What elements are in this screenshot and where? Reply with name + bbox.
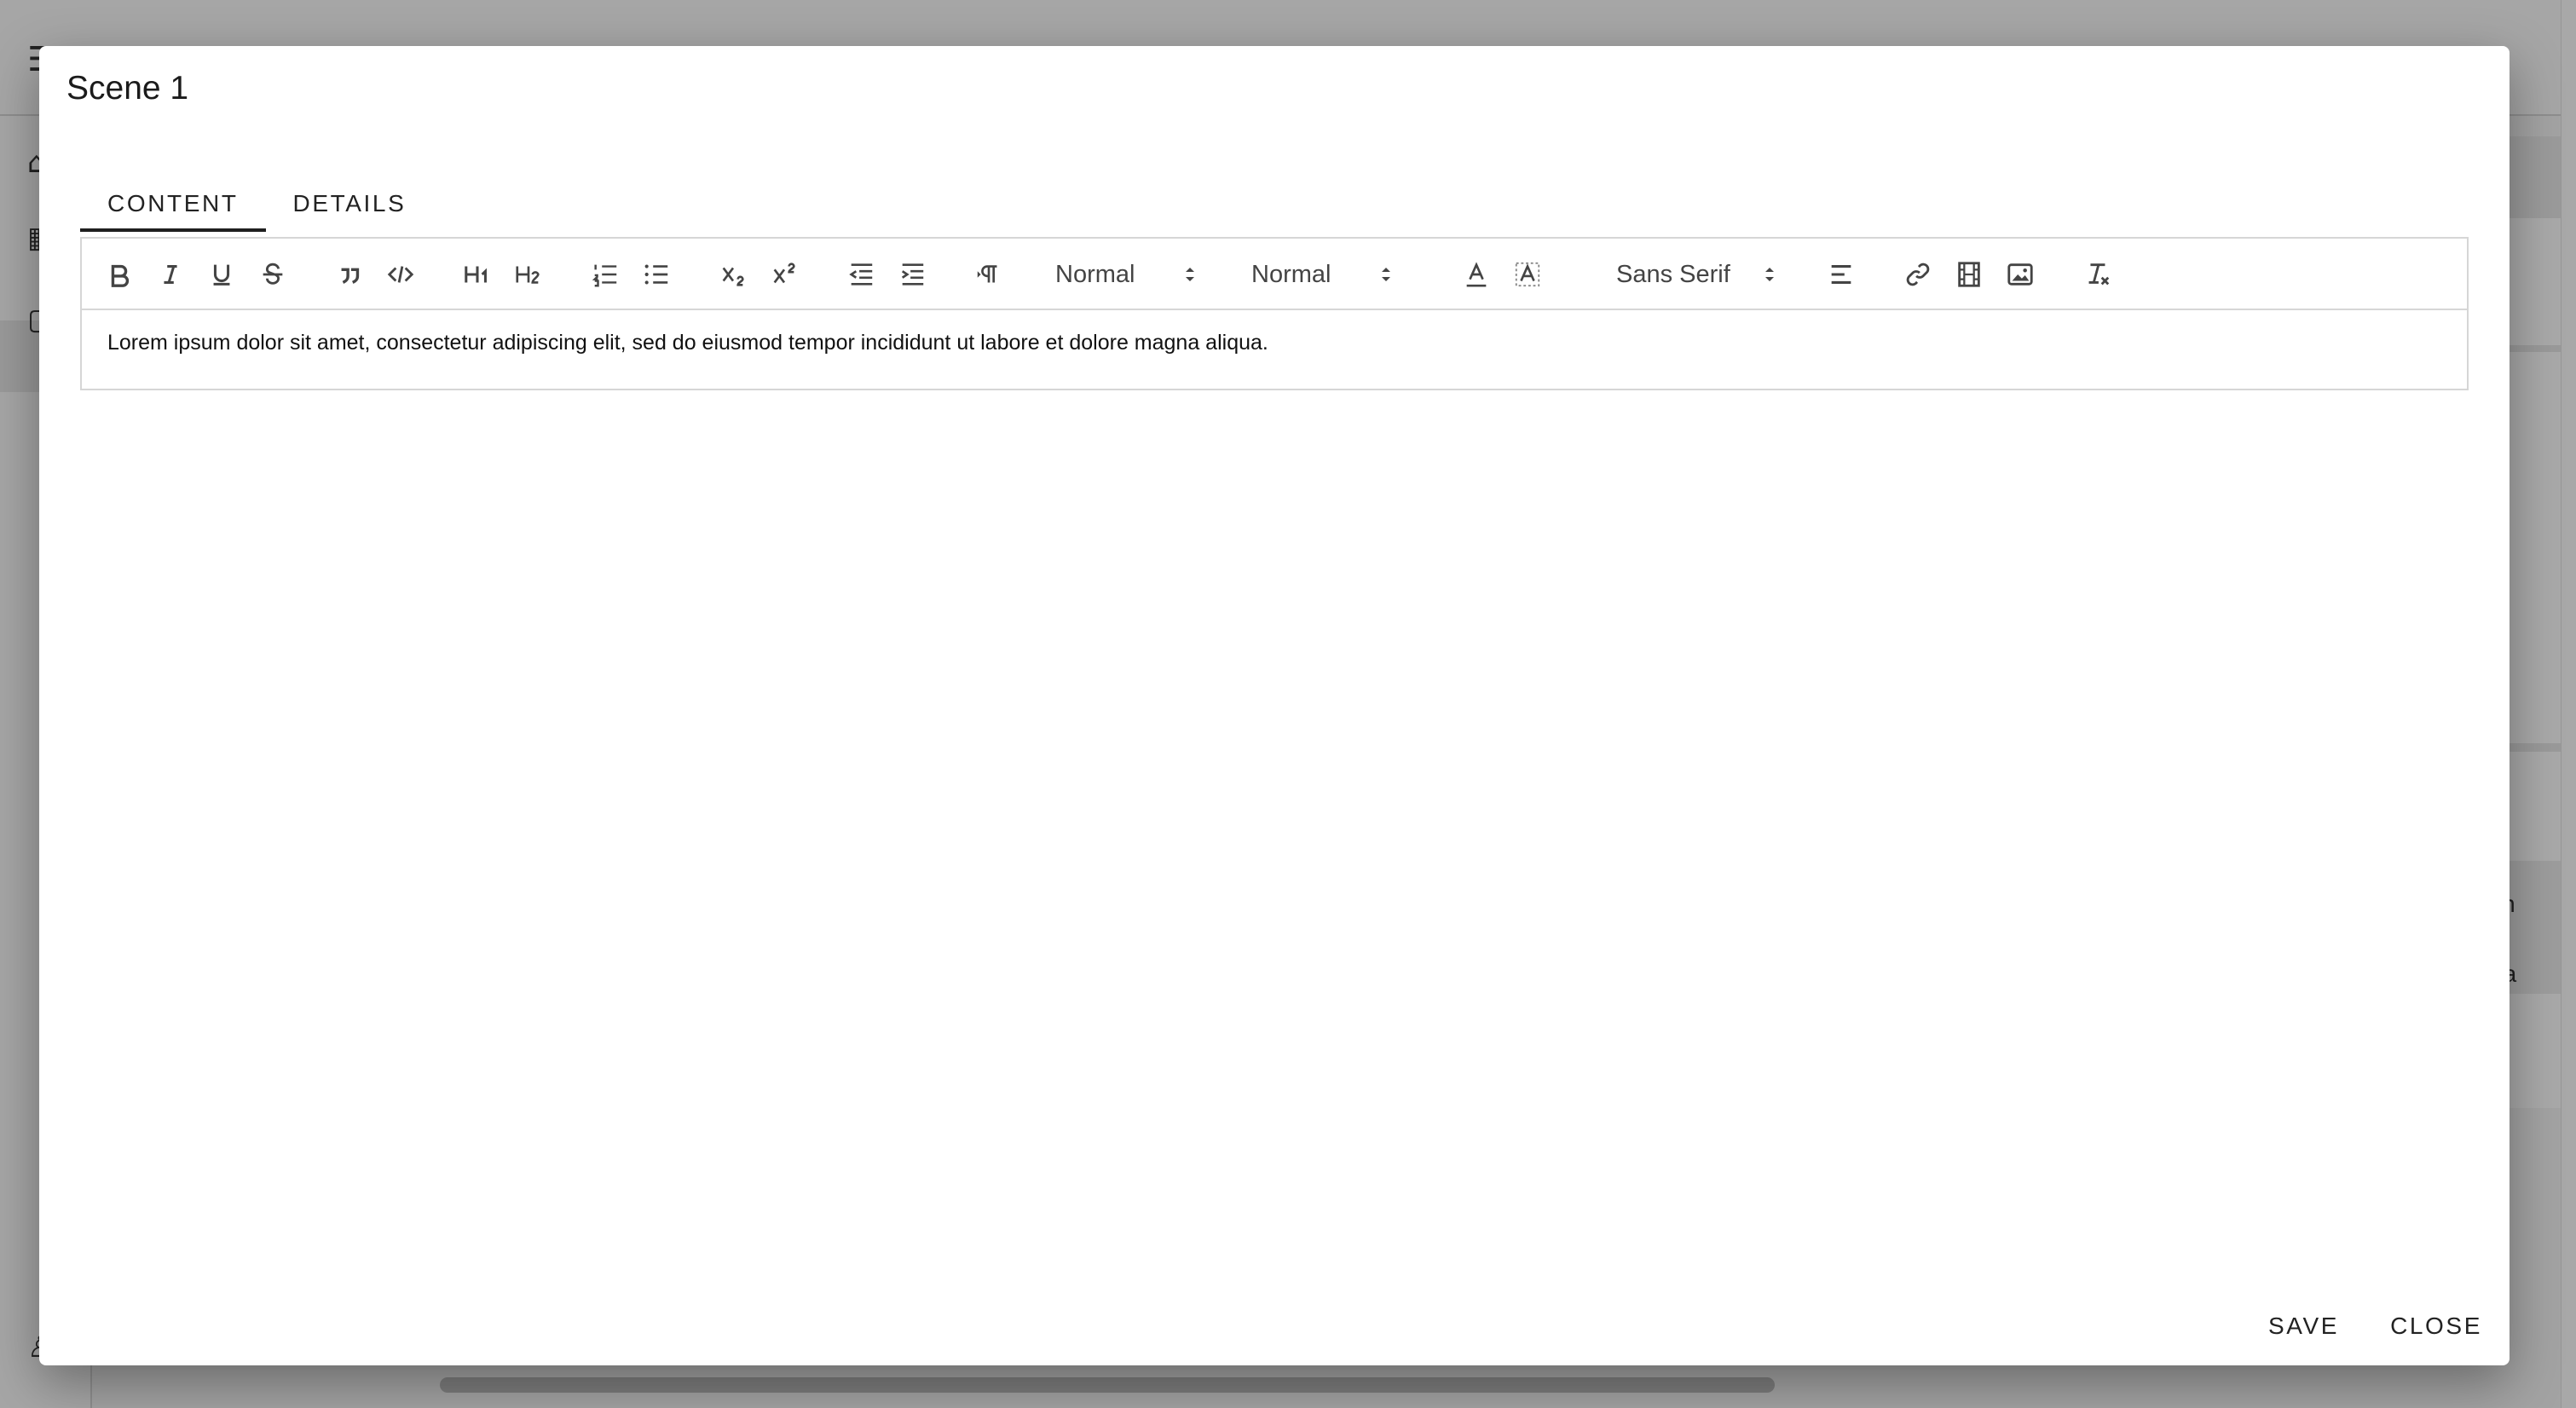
- ordered-list-button[interactable]: [585, 254, 626, 295]
- select-arrows-icon: [1186, 268, 1194, 281]
- text-size-picker[interactable]: Normal: [1251, 254, 1405, 295]
- ordered-list-icon: [592, 264, 617, 287]
- heading2-icon: [516, 266, 540, 284]
- blockquote-button[interactable]: [329, 254, 370, 295]
- header-size-value: Normal: [1055, 260, 1135, 288]
- video-film-icon: [1958, 262, 1980, 287]
- image-button[interactable]: [2000, 254, 2041, 295]
- text-size-value: Normal: [1251, 260, 1331, 288]
- rich-text-editor: Normal Normal Sans Serif Lorem ipsum dol…: [80, 237, 2469, 390]
- dialog-title: Scene 1: [66, 70, 189, 107]
- font-family-value: Sans Serif: [1616, 260, 1730, 288]
- save-button[interactable]: SAVE: [2268, 1313, 2339, 1340]
- subscript-icon: [722, 267, 744, 286]
- outdent-icon: [849, 263, 873, 286]
- font-color-button[interactable]: [1456, 254, 1497, 295]
- superscript-button[interactable]: [764, 254, 805, 295]
- italic-button[interactable]: [150, 254, 191, 295]
- superscript-icon: [773, 263, 795, 284]
- header-size-picker[interactable]: Normal: [1055, 254, 1209, 295]
- tab-content[interactable]: CONTENT: [80, 176, 266, 232]
- horizontal-scrollbar-thumb[interactable]: [440, 1377, 1775, 1393]
- link-button[interactable]: [1897, 254, 1938, 295]
- bold-icon: [111, 264, 130, 287]
- subscript-button[interactable]: [713, 254, 754, 295]
- editor-toolbar: Normal Normal Sans Serif: [82, 239, 2467, 310]
- strikethrough-button[interactable]: [252, 254, 293, 295]
- align-left-icon: [1831, 265, 1851, 284]
- heading1-button[interactable]: [457, 254, 498, 295]
- clear-formatting-button[interactable]: [2076, 254, 2117, 295]
- heading1-icon: [465, 266, 487, 283]
- highlight-color-icon: [1515, 262, 1540, 287]
- heading2-button[interactable]: [508, 254, 549, 295]
- code-icon: [387, 266, 414, 283]
- bullet-list-icon: [644, 264, 668, 285]
- italic-icon: [164, 265, 177, 284]
- clear-format-icon: [2088, 263, 2110, 286]
- select-arrows-icon: [1765, 268, 1774, 281]
- underline-icon: [213, 264, 230, 286]
- dialog-tabs: CONTENT DETAILS: [80, 176, 433, 232]
- rtl-paragraph-icon: [977, 265, 997, 283]
- underline-button[interactable]: [201, 254, 242, 295]
- text-direction-button[interactable]: [968, 254, 1009, 295]
- dialog-actions: SAVE CLOSE: [2268, 1313, 2482, 1340]
- editor-content[interactable]: Lorem ipsum dolor sit amet, consectetur …: [107, 331, 1268, 355]
- bold-button[interactable]: [99, 254, 140, 295]
- background-color-button[interactable]: [1507, 254, 1548, 295]
- code-block-button[interactable]: [380, 254, 421, 295]
- indent-button[interactable]: [892, 254, 933, 295]
- link-icon: [1906, 263, 1930, 286]
- quote-icon: [341, 268, 360, 284]
- font-color-icon: [1466, 262, 1487, 287]
- align-button[interactable]: [1821, 254, 1862, 295]
- vertical-scrollbar[interactable]: [2561, 0, 2576, 1408]
- strikethrough-icon: [263, 263, 283, 285]
- select-arrows-icon: [1382, 268, 1390, 281]
- tab-details[interactable]: DETAILS: [266, 176, 434, 232]
- scene-dialog: Scene 1 CONTENT DETAILS Normal Normal Sa…: [39, 46, 2510, 1365]
- indent-icon: [901, 263, 924, 286]
- close-button[interactable]: CLOSE: [2390, 1313, 2482, 1340]
- outdent-button[interactable]: [840, 254, 881, 295]
- font-family-picker[interactable]: Sans Serif: [1616, 254, 1787, 295]
- video-button[interactable]: [1949, 254, 1990, 295]
- bullet-list-button[interactable]: [636, 254, 677, 295]
- image-icon: [2007, 263, 2033, 286]
